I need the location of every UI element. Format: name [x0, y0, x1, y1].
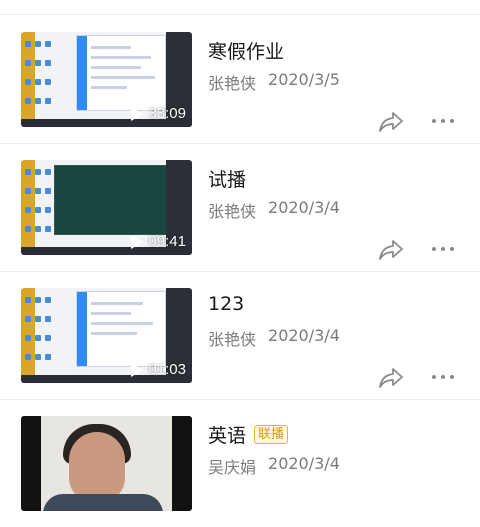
- video-duration: 01:03: [131, 361, 186, 378]
- more-options-icon[interactable]: [432, 375, 454, 379]
- video-meta: 张艳侠 2020/3/4: [208, 198, 340, 222]
- video-thumbnail[interactable]: 09:41: [21, 160, 192, 255]
- thumbnail-letterbox-left: [21, 416, 41, 511]
- video-thumbnail[interactable]: [21, 416, 192, 511]
- share-icon[interactable]: [378, 367, 404, 389]
- video-list-item[interactable]: 英语 联播 吴庆娟 2020/3/4: [0, 399, 480, 527]
- video-duration: 33:09: [131, 105, 186, 122]
- video-meta: 张艳侠 2020/3/4: [208, 326, 340, 350]
- video-date: 2020/3/4: [268, 198, 340, 217]
- video-title-text: 英语: [208, 425, 247, 447]
- live-badge: 联播: [254, 425, 289, 444]
- top-edge: [0, 0, 480, 14]
- video-meta: 吴庆娟 2020/3/4: [208, 454, 340, 478]
- video-title[interactable]: 123: [208, 293, 244, 315]
- video-title[interactable]: 寒假作业: [208, 37, 284, 64]
- video-list-item[interactable]: 01:03 123 张艳侠 2020/3/4: [0, 271, 480, 399]
- video-title-text: 寒假作业: [208, 41, 285, 63]
- more-options-icon[interactable]: [432, 119, 454, 123]
- video-date: 2020/3/4: [268, 454, 340, 473]
- video-duration: 09:41: [131, 233, 186, 250]
- video-author: 吴庆娟: [208, 458, 257, 477]
- thumbnail-person-shirt: [43, 494, 163, 511]
- more-options-icon[interactable]: [432, 247, 454, 251]
- thumbnail-desktop-icons: [23, 34, 57, 110]
- duration-text: 33:09: [148, 105, 186, 122]
- thumbnail-desktop-icons: [23, 162, 57, 238]
- video-meta: 张艳侠 2020/3/5: [208, 70, 340, 94]
- video-title-text: 123: [208, 293, 245, 315]
- duration-text: 01:03: [148, 361, 186, 378]
- video-thumbnail[interactable]: 33:09: [21, 32, 192, 127]
- share-icon[interactable]: [378, 111, 404, 133]
- video-author: 张艳侠: [208, 330, 257, 349]
- video-title-text: 试播: [208, 169, 247, 191]
- video-author: 张艳侠: [208, 202, 257, 221]
- thumbnail-window: [77, 36, 165, 110]
- video-title[interactable]: 试播: [208, 165, 246, 192]
- video-date: 2020/3/4: [268, 326, 340, 345]
- play-icon: [131, 234, 144, 249]
- thumbnail-person-face: [69, 432, 125, 502]
- video-author: 张艳侠: [208, 74, 257, 93]
- video-date: 2020/3/5: [268, 70, 340, 89]
- video-list-item[interactable]: 09:41 试播 张艳侠 2020/3/4: [0, 143, 480, 271]
- video-list-item[interactable]: 33:09 寒假作业 张艳侠 2020/3/5: [0, 15, 480, 143]
- video-title[interactable]: 英语 联播: [208, 421, 289, 448]
- thumbnail-window: [77, 292, 165, 366]
- thumbnail-letterbox-right: [172, 416, 192, 511]
- play-icon: [131, 106, 144, 121]
- play-icon: [131, 362, 144, 377]
- video-thumbnail[interactable]: 01:03: [21, 288, 192, 383]
- thumbnail-window: [55, 166, 167, 234]
- share-icon[interactable]: [378, 239, 404, 261]
- duration-text: 09:41: [148, 233, 186, 250]
- thumbnail-desktop-icons: [23, 290, 57, 366]
